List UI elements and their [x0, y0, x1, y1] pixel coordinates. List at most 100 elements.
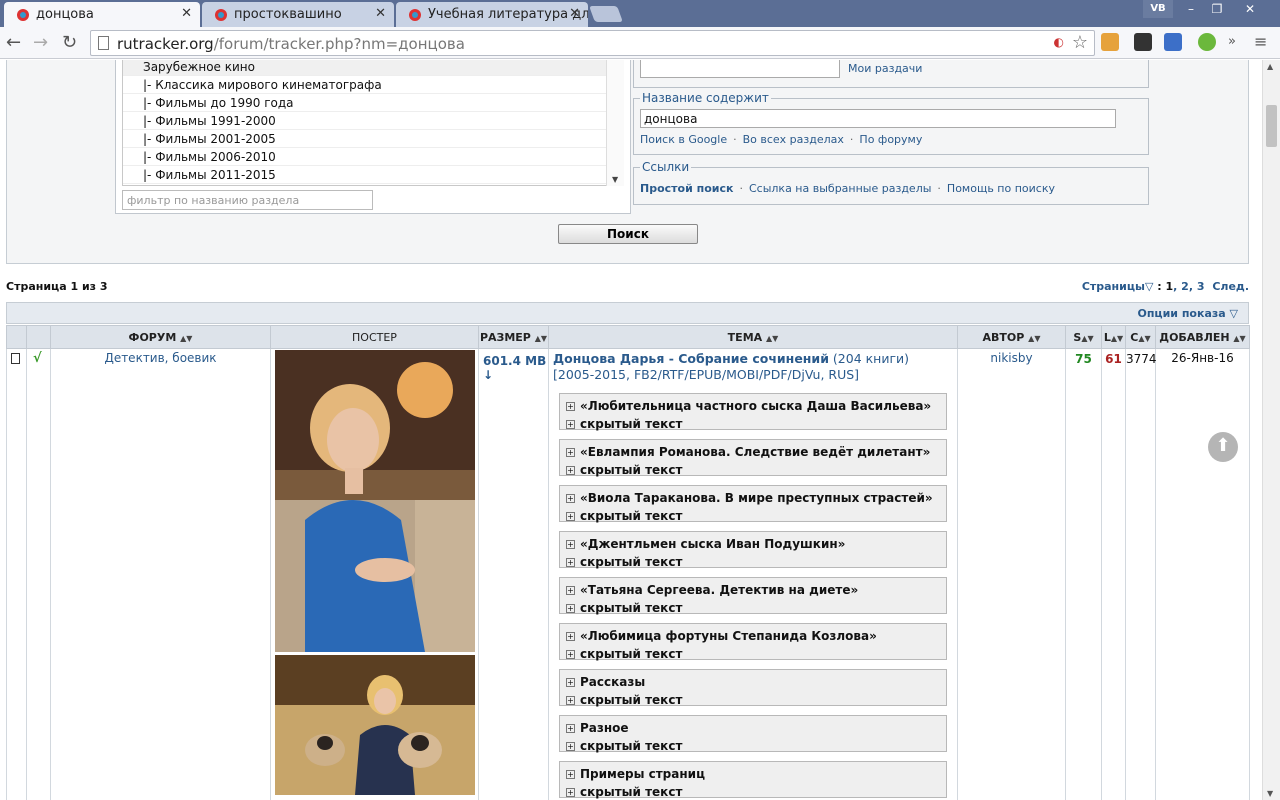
search-button[interactable]: Поиск: [558, 224, 698, 244]
simple-search-link[interactable]: Простой поиск: [640, 182, 733, 195]
spoiler-block[interactable]: + «Любительница частного сыска Даша Васил…: [559, 393, 947, 431]
col-seeds[interactable]: S▲▼: [1065, 325, 1102, 349]
expand-plus-icon[interactable]: +: [566, 466, 575, 475]
tab-prostokvashino[interactable]: простоквашино ✕: [202, 2, 394, 27]
expand-plus-icon[interactable]: +: [566, 788, 575, 797]
scroll-down-arrow-icon[interactable]: ▼: [1267, 789, 1273, 798]
tab-textbooks[interactable]: Учебная литература для ✕: [396, 2, 588, 27]
spoiler-block[interactable]: + «Джентльмен сыска Иван Подушкин» + скрыты…: [559, 531, 947, 571]
spoiler-block[interactable]: + «Любимица фортуны Степанида Козлова» + ск…: [559, 623, 947, 663]
expand-plus-icon[interactable]: +: [566, 402, 575, 411]
category-item[interactable]: |- Классика мирового кинематографа: [123, 76, 613, 94]
expand-plus-icon[interactable]: +: [566, 494, 575, 503]
expand-plus-icon[interactable]: +: [566, 678, 575, 687]
spoiler-title-row[interactable]: + «Джентльмен сыска Иван Подушкин»: [566, 535, 946, 553]
col-topic[interactable]: ТЕМА ▲▼: [548, 325, 958, 349]
spoiler-title-row[interactable]: + Рассказы: [566, 673, 946, 691]
category-scrollbar[interactable]: ▼: [606, 60, 624, 186]
forward-arrow-icon[interactable]: →: [33, 32, 48, 53]
expand-plus-icon[interactable]: +: [566, 632, 575, 641]
scroll-up-arrow-icon[interactable]: ▲: [1267, 62, 1273, 71]
spoiler-block[interactable]: + Разное + скрытый текст: [559, 715, 947, 755]
extension-tag-icon[interactable]: [1134, 33, 1152, 51]
hidden-text-row[interactable]: + скрытый текст: [566, 553, 946, 571]
page-scrollbar[interactable]: ▲ ▼: [1262, 60, 1280, 800]
scroll-down-arrow-icon[interactable]: ▼: [612, 175, 618, 184]
hidden-text-row[interactable]: + скрытый текст: [566, 599, 946, 617]
forum-search-link[interactable]: По форуму: [859, 133, 922, 146]
expand-plus-icon[interactable]: +: [566, 512, 575, 521]
display-options-link[interactable]: Опции показа ▽: [1137, 307, 1238, 320]
google-search-link[interactable]: Поиск в Google: [640, 133, 727, 146]
page-3-link[interactable]: 3: [1197, 280, 1205, 293]
hidden-text-row[interactable]: + скрытый текст: [566, 645, 946, 663]
scroll-to-top-button[interactable]: ⬆: [1208, 432, 1238, 462]
author-input[interactable]: [640, 60, 840, 78]
expand-plus-icon[interactable]: +: [566, 540, 575, 549]
close-tab-icon[interactable]: ✕: [375, 6, 386, 21]
profile-badge[interactable]: VB: [1143, 0, 1173, 18]
page-1-link[interactable]: 1: [1166, 280, 1174, 293]
close-tab-icon[interactable]: ✕: [569, 6, 580, 21]
hidden-text-row[interactable]: + скрытый текст: [566, 507, 946, 525]
extension-package-icon[interactable]: [1101, 33, 1119, 51]
spoiler-block[interactable]: + «Татьяна Сергеева. Детектив на диете» + с…: [559, 577, 947, 617]
all-sections-link[interactable]: Во всех разделах: [743, 133, 844, 146]
back-arrow-icon[interactable]: ←: [6, 32, 21, 53]
poster-image[interactable]: [275, 655, 475, 795]
expand-plus-icon[interactable]: +: [566, 724, 575, 733]
category-item[interactable]: |- Фильмы до 1990 года: [123, 94, 613, 112]
spoiler-title-row[interactable]: + «Любительница частного сыска Даша Васил…: [566, 397, 946, 415]
next-page-link[interactable]: След.: [1212, 280, 1249, 293]
close-window-icon[interactable]: ✕: [1232, 0, 1268, 18]
size-download-link[interactable]: 601.4 MB ↓: [478, 348, 549, 800]
col-added[interactable]: ДОБАВЛЕН ▲▼: [1155, 325, 1250, 349]
poster-image[interactable]: [275, 350, 475, 652]
expand-plus-icon[interactable]: +: [566, 604, 575, 613]
expand-plus-icon[interactable]: +: [566, 586, 575, 595]
spoiler-title-row[interactable]: + «Любимица фортуны Степанида Козлова»: [566, 627, 946, 645]
scrollbar-thumb[interactable]: [1266, 105, 1277, 147]
close-tab-icon[interactable]: ✕: [181, 6, 192, 21]
spoiler-title-row[interactable]: + «Татьяна Сергеева. Детектив на диете»: [566, 581, 946, 599]
title-search-input[interactable]: донцова: [640, 109, 1116, 128]
spoiler-block[interactable]: + Рассказы + скрытый текст: [559, 669, 947, 709]
category-item[interactable]: |- Фильмы 2006-2010: [123, 148, 613, 166]
topic-title[interactable]: Донцова Дарья - Собрание сочинений (204 …: [553, 351, 953, 383]
category-group[interactable]: Зарубежное кино: [123, 60, 613, 76]
new-tab-button[interactable]: [589, 6, 623, 22]
pages-label[interactable]: Страницы: [1082, 280, 1145, 293]
hidden-text-row[interactable]: + скрытый текст: [566, 737, 946, 755]
col-author[interactable]: АВТОР ▲▼: [957, 325, 1066, 349]
reload-icon[interactable]: ↻: [62, 32, 77, 53]
tab-dontsova[interactable]: донцова ✕: [4, 2, 200, 27]
author-link[interactable]: nikisby: [990, 351, 1032, 365]
browser-menu-icon[interactable]: ≡: [1254, 32, 1267, 51]
spoiler-title-row[interactable]: + Примеры страниц: [566, 765, 946, 783]
category-item[interactable]: |- Фильмы 2011-2015: [123, 166, 613, 184]
expand-plus-icon[interactable]: +: [566, 448, 575, 457]
spoiler-block[interactable]: + «Виола Тараканова. В мире преступных ст…: [559, 485, 947, 525]
category-listbox[interactable]: Зарубежное кино |- Классика мирового кин…: [122, 60, 614, 186]
category-filter-input[interactable]: фильтр по названию раздела: [122, 190, 373, 210]
forum-link[interactable]: Детектив, боевик: [104, 351, 216, 365]
spoiler-block[interactable]: + Примеры страниц + скрытый текст: [559, 761, 947, 799]
address-bar[interactable]: rutracker.org/forum/tracker.php?nm=донцо…: [90, 30, 1095, 56]
expand-plus-icon[interactable]: +: [566, 650, 575, 659]
hidden-text-row[interactable]: + скрытый текст: [566, 461, 946, 479]
spoiler-title-row[interactable]: + Разное: [566, 719, 946, 737]
spoiler-title-row[interactable]: + «Виола Тараканова. В мире преступных ст…: [566, 489, 946, 507]
extension-globe-icon[interactable]: [1198, 33, 1216, 51]
expand-plus-icon[interactable]: +: [566, 770, 575, 779]
selected-sections-link[interactable]: Ссылка на выбранные разделы: [749, 182, 931, 195]
col-completed[interactable]: C▲▼: [1125, 325, 1156, 349]
category-item[interactable]: |- Фильмы 1991-2000: [123, 112, 613, 130]
spoiler-title-row[interactable]: + «Евлампия Романова. Следствие ведёт дил…: [566, 443, 946, 461]
my-torrents-link[interactable]: Мои раздачи: [848, 62, 922, 75]
col-size[interactable]: РАЗМЕР ▲▼: [478, 325, 549, 349]
hidden-text-row[interactable]: + скрытый текст: [566, 691, 946, 709]
translate-icon[interactable]: ◐: [1054, 35, 1064, 49]
extension-calendar-icon[interactable]: [1164, 33, 1182, 51]
col-leech[interactable]: L▲▼: [1101, 325, 1126, 349]
topic-title-main[interactable]: Донцова Дарья - Собрание сочинений: [553, 351, 829, 366]
